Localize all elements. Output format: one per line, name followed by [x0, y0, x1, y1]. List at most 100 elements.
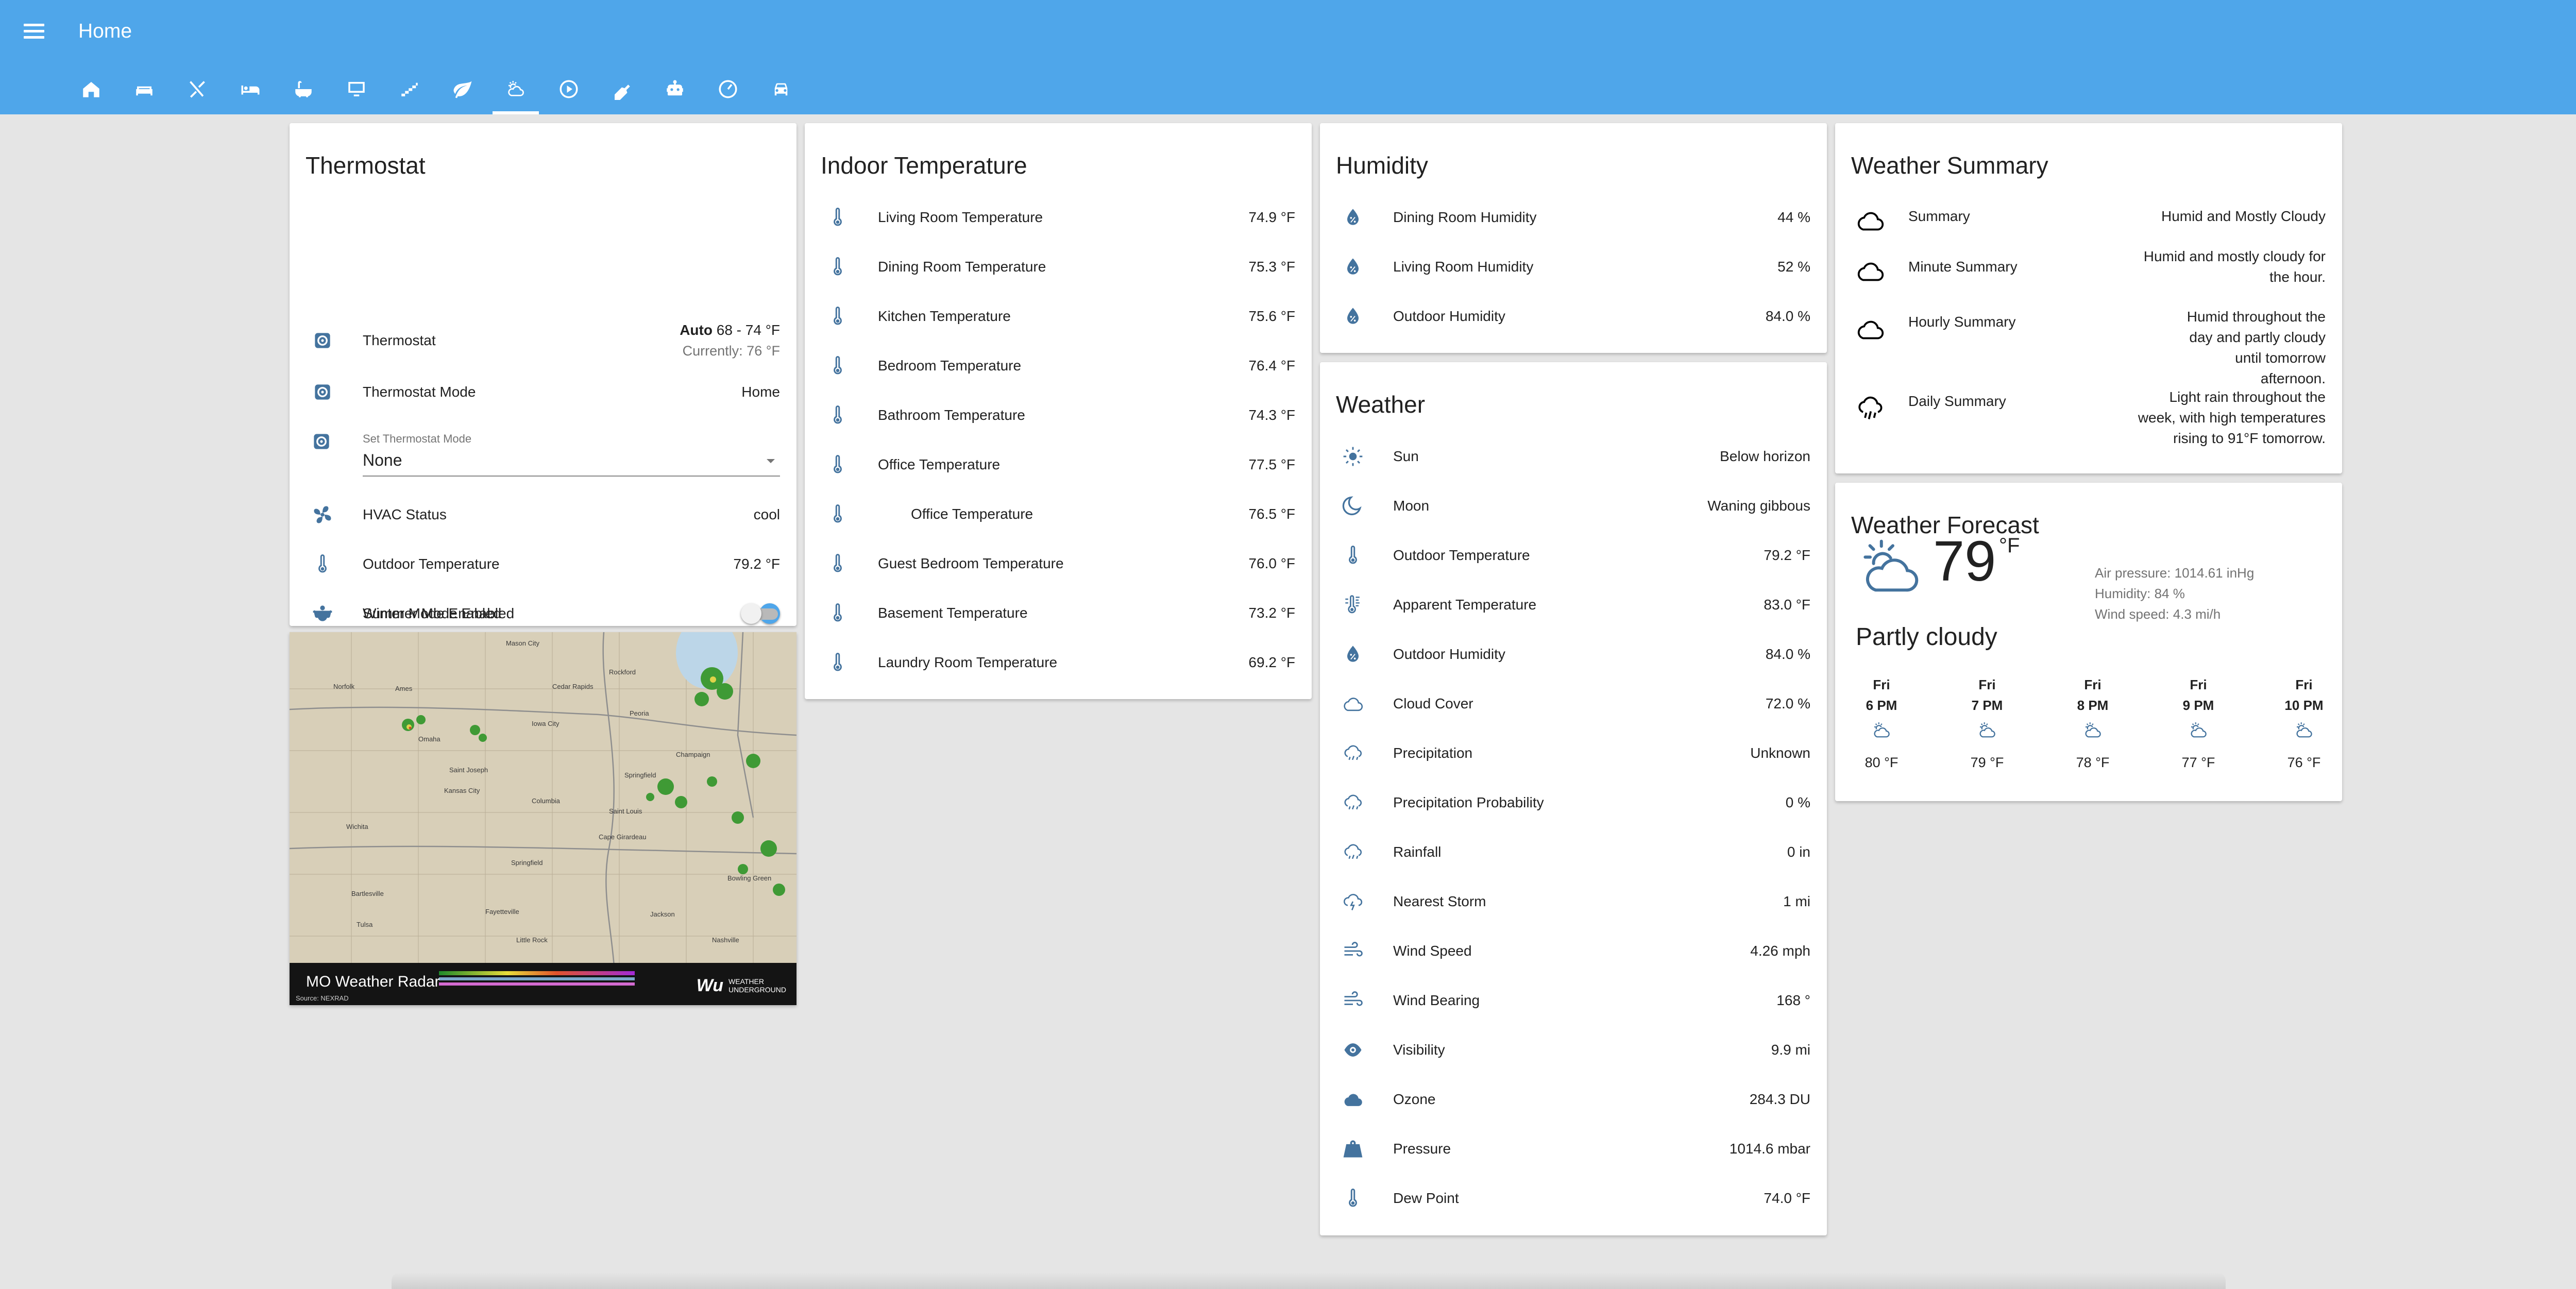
humidity-value: 52 % — [1777, 259, 1810, 275]
indoor-label: Laundry Room Temperature — [878, 654, 1058, 670]
tab-speedometer[interactable] — [705, 72, 751, 114]
humidity-label: Outdoor Humidity — [1393, 308, 1505, 324]
partly-cloudy-icon — [1946, 720, 2028, 747]
winter-mode-row[interactable]: Winter Mode Enabled — [290, 589, 796, 638]
indoor-value: 77.5 °F — [1248, 456, 1295, 472]
forecast-time: 8 PM — [2077, 698, 2109, 713]
wind-icon — [1341, 988, 1365, 1013]
rain-icon — [1341, 741, 1365, 766]
forecast-unit: °F — [1999, 534, 2020, 557]
forecast-time: 10 PM — [2284, 698, 2324, 713]
partly-cloudy-icon — [1863, 539, 1919, 592]
weather-row[interactable]: Nearest Storm 1 mi — [1320, 877, 1827, 926]
winter-mode-toggle[interactable] — [741, 603, 780, 624]
weather-summary-card: Weather Summary Summary Humid and Mostly … — [1835, 123, 2342, 473]
view-tabs — [0, 72, 2576, 114]
weather-row[interactable]: Wind Bearing 168 ° — [1320, 976, 1827, 1025]
summary-row[interactable]: Minute Summary Humid and mostly cloudy fo… — [1835, 243, 2342, 293]
weather-row[interactable]: Pressure 1014.6 mbar — [1320, 1124, 1827, 1174]
weather-row[interactable]: Apparent Temperature 83.0 °F — [1320, 580, 1827, 630]
tab-bed[interactable] — [227, 72, 274, 114]
summary-row[interactable]: Daily Summary Light rain throughout the w… — [1835, 384, 2342, 454]
tab-car[interactable] — [758, 72, 804, 114]
indoor-row[interactable]: Laundry Room Temperature 69.2 °F — [805, 638, 1312, 687]
tab-sofa[interactable] — [121, 72, 167, 114]
partly-cloudy-icon — [2263, 720, 2345, 747]
thermometer-icon — [825, 403, 850, 428]
weather-card: Weather Sun Below horizon Moon Waning gibbo… — [1320, 362, 1827, 1235]
summary-row[interactable]: Summary Humid and Mostly Cloudy — [1835, 193, 2342, 242]
tab-robot[interactable] — [652, 72, 698, 114]
humidity-row[interactable]: Dining Room Humidity 44 % — [1320, 193, 1827, 242]
weather-label: Dew Point — [1393, 1190, 1459, 1206]
thermometer-icon — [825, 650, 850, 675]
indoor-row[interactable]: Kitchen Temperature 75.6 °F — [805, 292, 1312, 341]
weather-row[interactable]: Precipitation Unknown — [1320, 728, 1827, 778]
summary-value: Humid and mostly cloudy for the hour. — [2143, 248, 2326, 285]
thermometer-icon — [825, 255, 850, 279]
indoor-row[interactable]: Dining Room Temperature 75.3 °F — [805, 242, 1312, 292]
weather-row[interactable]: Outdoor Temperature 79.2 °F — [1320, 531, 1827, 580]
indoor-row[interactable]: Bathroom Temperature 74.3 °F — [805, 391, 1312, 440]
weather-label: Moon — [1393, 498, 1430, 514]
weather-row[interactable]: Visibility 9.9 mi — [1320, 1025, 1827, 1075]
weather-value: 0 % — [1785, 794, 1810, 810]
water-percent-icon — [1341, 205, 1365, 230]
stairs-icon — [399, 72, 420, 103]
weather-forecast-card[interactable]: Weather Forecast 79 °F Partly cloudy Air… — [1835, 483, 2342, 801]
indoor-value: 76.0 °F — [1248, 555, 1295, 571]
weather-row[interactable]: Outdoor Humidity 84.0 % — [1320, 630, 1827, 679]
weather-radar-image[interactable]: Mason City Ames Norfolk Cedar Rapids Roc… — [290, 632, 796, 1005]
weather-row[interactable]: Wind Speed 4.26 mph — [1320, 926, 1827, 976]
tab-leaf[interactable] — [439, 72, 486, 114]
app-toolbar: Home — [0, 0, 2576, 114]
indoor-row[interactable]: Office Temperature 76.5 °F — [805, 489, 1312, 539]
weather-value: 72.0 % — [1765, 696, 1810, 711]
tab-bathtub[interactable] — [280, 72, 327, 114]
weather-row[interactable]: Ozone 284.3 DU — [1320, 1075, 1827, 1124]
thermometer-icon — [825, 452, 850, 477]
forecast-hour: Fri 10 PM 76 °F — [2263, 674, 2345, 771]
indoor-row[interactable]: Living Room Temperature 74.9 °F — [805, 193, 1312, 242]
tab-stairs[interactable] — [386, 72, 433, 114]
weather-row[interactable]: Dew Point 74.0 °F — [1320, 1174, 1827, 1223]
radar-caption: MO Weather Radar — [306, 973, 440, 990]
indoor-row[interactable]: Basement Temperature 73.2 °F — [805, 588, 1312, 638]
thermostat-toggles-2 — [290, 123, 796, 626]
indoor-row[interactable]: Guest Bedroom Temperature 76.0 °F — [805, 539, 1312, 588]
summary-row[interactable]: Hourly Summary Humid throughout the day a… — [1835, 303, 2342, 386]
weather-row[interactable]: Rainfall 0 in — [1320, 827, 1827, 877]
summary-label: Daily Summary — [1908, 393, 2006, 409]
thermometer-icon — [825, 551, 850, 576]
indoor-row[interactable]: Office Temperature 77.5 °F — [805, 440, 1312, 489]
menu-icon[interactable] — [24, 24, 44, 40]
forecast-pressure: Air pressure: 1014.61 inHg — [2095, 565, 2255, 581]
forecast-hour-temperature: 80 °F — [1865, 755, 1899, 770]
forecast-wind: Wind speed: 4.3 mi/h — [2095, 606, 2221, 622]
forecast-hour-temperature: 77 °F — [2181, 755, 2215, 770]
tab-play-circle[interactable] — [546, 72, 592, 114]
tab-silverware[interactable] — [174, 72, 221, 114]
cloud-filled-icon — [1341, 1087, 1365, 1112]
tab-home[interactable] — [68, 72, 114, 114]
weather-value: 9.9 mi — [1771, 1042, 1810, 1058]
tab-weather-partly-cloudy[interactable] — [493, 72, 539, 114]
indoor-label: Bedroom Temperature — [878, 358, 1022, 374]
silverware-icon — [187, 72, 208, 103]
weather-row[interactable]: Cloud Cover 72.0 % — [1320, 679, 1827, 728]
weather-row[interactable]: Precipitation Probability 0 % — [1320, 778, 1827, 827]
forecast-hour-temperature: 79 °F — [1970, 755, 2004, 770]
humidity-row[interactable]: Living Room Humidity 52 % — [1320, 242, 1827, 292]
tab-car-wash[interactable] — [599, 72, 645, 114]
weather-row[interactable]: Sun Below horizon — [1320, 432, 1827, 481]
summary-cloud-icon — [1851, 205, 1890, 236]
weather-row[interactable]: Moon Waning gibbous — [1320, 481, 1827, 531]
robot-icon — [664, 72, 686, 103]
humidity-row[interactable]: Outdoor Humidity 84.0 % — [1320, 292, 1827, 341]
indoor-label: Office Temperature — [911, 506, 1033, 522]
weather-value: 74.0 °F — [1764, 1190, 1810, 1206]
tab-monitor[interactable] — [333, 72, 380, 114]
snowman-icon — [310, 601, 335, 626]
indoor-row[interactable]: Bedroom Temperature 76.4 °F — [805, 341, 1312, 391]
thermometer-icon — [1341, 543, 1365, 568]
